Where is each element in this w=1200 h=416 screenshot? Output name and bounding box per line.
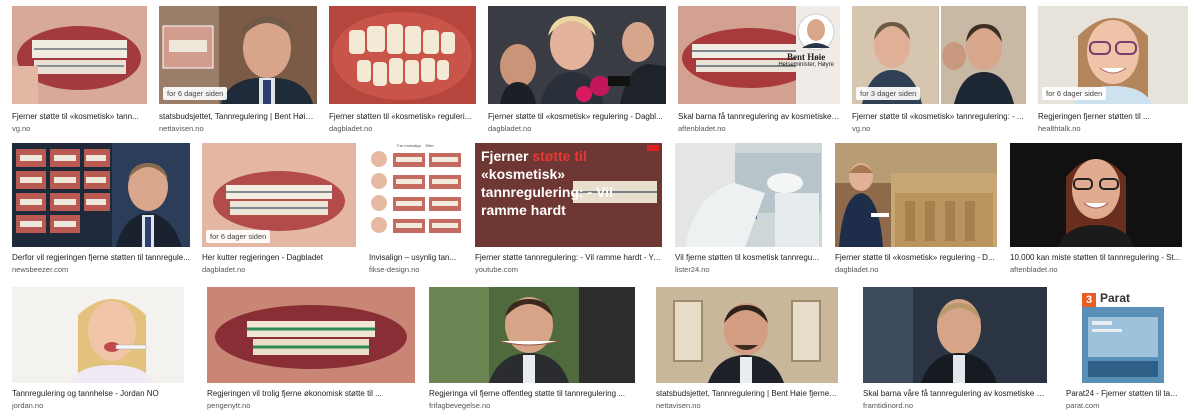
result-caption[interactable]: Fjerner støtte tannregulering: - Vil ram…	[475, 253, 662, 263]
result-source: dagbladet.no	[835, 265, 879, 274]
result-card[interactable]: Tannregulering og tannhelse - Jordan NO …	[12, 287, 184, 411]
braces-photo[interactable]	[207, 287, 415, 383]
result-source: aftenbladet.no	[678, 124, 726, 133]
result-caption[interactable]: Parat24 - Fjerner støtten til tann...	[1066, 389, 1180, 399]
result-caption[interactable]: Fjerner støtte til «kosmetisk» tannregul…	[852, 112, 1026, 122]
before-after-grid[interactable]: Før Invisalign Etter	[369, 143, 463, 247]
result-card[interactable]: Fjerner støtte til «kosmetisk» regulerin…	[488, 6, 666, 134]
result-source: jordan.no	[12, 401, 44, 410]
result-card[interactable]: Vil fjerne støtten til kosmetisk tannreg…	[675, 143, 822, 275]
result-caption[interactable]: Derfor vil regjeringen fjerne støtten ti…	[12, 253, 190, 263]
result-caption[interactable]: Vil fjerne støtten til kosmetisk tannreg…	[675, 253, 822, 263]
politician-photo[interactable]	[863, 287, 1047, 383]
result-card[interactable]: Skal barna våre få tannregulering av kos…	[863, 287, 1047, 411]
age-badge: for 3 dager siden	[856, 87, 921, 100]
result-caption[interactable]: 10.000 kan miste støtten til tannreguler…	[1010, 253, 1182, 263]
result-caption[interactable]: Regjeringa vil fjerne offentleg støtte t…	[429, 389, 635, 399]
result-caption[interactable]: Regjeringen fjerner støtten til ...	[1038, 112, 1188, 122]
result-card[interactable]: 10.000 kan miste støtten til tannreguler…	[1010, 143, 1182, 275]
result-card[interactable]: for 6 dager siden Her kutter regjeringen…	[202, 143, 356, 275]
toothbrush-girl-photo[interactable]	[12, 287, 184, 383]
result-source: frifagbevegelse.no	[429, 401, 491, 410]
result-card[interactable]: Derfor vil regjeringen fjerne støtten ti…	[12, 143, 190, 275]
result-caption[interactable]: Her kutter regjeringen - Dagbladet	[202, 253, 356, 263]
result-card[interactable]: Fjerner støtte til «kosmetisk» tannreguler…	[475, 143, 662, 275]
politician-photo[interactable]	[656, 287, 838, 383]
result-source: nettavisen.no	[656, 401, 701, 410]
result-card[interactable]: Bent Høie Helseminister, Høyre Skal barna…	[678, 6, 840, 134]
result-source: vg.no	[12, 124, 31, 133]
result-source: dagbladet.no	[202, 265, 246, 274]
collage-photo[interactable]	[12, 143, 190, 247]
politicians-photo[interactable]: for 3 dager siden	[852, 6, 1026, 104]
result-source: pengenytt.no	[207, 401, 251, 410]
result-source: dagbladet.no	[488, 124, 532, 133]
result-caption[interactable]: Skal barna få tannregulering av kosmetis…	[678, 112, 840, 122]
result-card[interactable]: Regjeringa vil fjerne offentleg støtte t…	[429, 287, 635, 411]
result-source: lister24.no	[675, 265, 710, 274]
result-card[interactable]: Regjeringen vil trolig fjerne økonomisk …	[207, 287, 415, 411]
result-card[interactable]: for 3 dager siden Fjerner støtte til «ko…	[852, 6, 1026, 134]
result-source: vg.no	[852, 124, 871, 133]
result-caption[interactable]: Fjerner støtten til «kosmetisk» reguleri…	[329, 112, 476, 122]
politician-photo[interactable]	[429, 287, 635, 383]
politician-photo[interactable]: for 6 dager siden	[159, 6, 317, 104]
braces-photo[interactable]	[12, 6, 147, 104]
woman-glasses-photo[interactable]	[1010, 143, 1182, 247]
result-card[interactable]: Fjerner støtte til «kosmetisk» regulerin…	[835, 143, 997, 275]
crooked-teeth-photo[interactable]	[329, 6, 476, 104]
result-source: dagbladet.no	[329, 124, 373, 133]
result-caption[interactable]: statsbudsjettet, Tannregulering | Bent H…	[656, 389, 838, 399]
result-source: newsbeezer.com	[12, 265, 69, 274]
result-card[interactable]: statsbudsjettet, Tannregulering | Bent H…	[656, 287, 838, 411]
result-card[interactable]: for 6 dager siden statsbudsjettet, Tannr…	[159, 6, 317, 134]
braces-photo[interactable]: for 6 dager siden	[202, 143, 356, 247]
result-card[interactable]: for 6 dager siden Regjeringen fjerner st…	[1038, 6, 1188, 134]
result-caption[interactable]: Invisalign – usynlig tan...	[369, 253, 463, 263]
result-source: fikse-design.no	[369, 265, 420, 274]
result-card[interactable]: Fjerner støtte til «kosmetisk» tann... v…	[12, 6, 147, 134]
result-card[interactable]: Fjerner støtten til «kosmetisk» reguleri…	[329, 6, 476, 134]
video-thumbnail[interactable]: Fjerner støtte til «kosmetisk» tannreguler…	[475, 143, 662, 247]
result-caption[interactable]: Fjerner støtte til «kosmetisk» regulerin…	[488, 112, 666, 122]
result-source: parat.com	[1066, 401, 1100, 410]
girl-glasses-photo[interactable]: for 6 dager siden	[1038, 6, 1188, 104]
result-caption[interactable]: Fjerner støtte til «kosmetisk» tann...	[12, 112, 147, 122]
result-source: nettavisen.no	[159, 124, 204, 133]
magazine-cover[interactable]: 3 Parat	[1066, 287, 1180, 383]
result-card[interactable]: Før Invisalign Etter Invisalign – usynli…	[369, 143, 463, 275]
result-card[interactable]: 3 Parat Parat24 - Fjerner støtten til ta…	[1066, 287, 1180, 411]
age-badge: for 6 dager siden	[206, 230, 271, 243]
age-badge: for 6 dager siden	[163, 87, 228, 100]
result-source: aftenbladet.no	[1010, 265, 1058, 274]
age-badge: for 6 dager siden	[1042, 87, 1107, 100]
result-caption[interactable]: Regjeringen vil trolig fjerne økonomisk …	[207, 389, 415, 399]
result-source: healthtalk.no	[1038, 124, 1081, 133]
parliament-photo[interactable]	[835, 143, 997, 247]
press-photo[interactable]	[488, 6, 666, 104]
result-caption[interactable]: Fjerner støtte til «kosmetisk» regulerin…	[835, 253, 997, 263]
result-source: framtidinord.no	[863, 401, 914, 410]
result-caption[interactable]: Tannregulering og tannhelse - Jordan NO	[12, 389, 184, 399]
result-source: youtube.com	[475, 265, 518, 274]
result-caption[interactable]: Skal barna våre få tannregulering av kos…	[863, 389, 1047, 399]
dental-clinic-photo[interactable]	[675, 143, 822, 247]
result-caption[interactable]: statsbudsjettet, Tannregulering | Bent H…	[159, 112, 317, 122]
braces-photo[interactable]: Bent Høie Helseminister, Høyre	[678, 6, 840, 104]
